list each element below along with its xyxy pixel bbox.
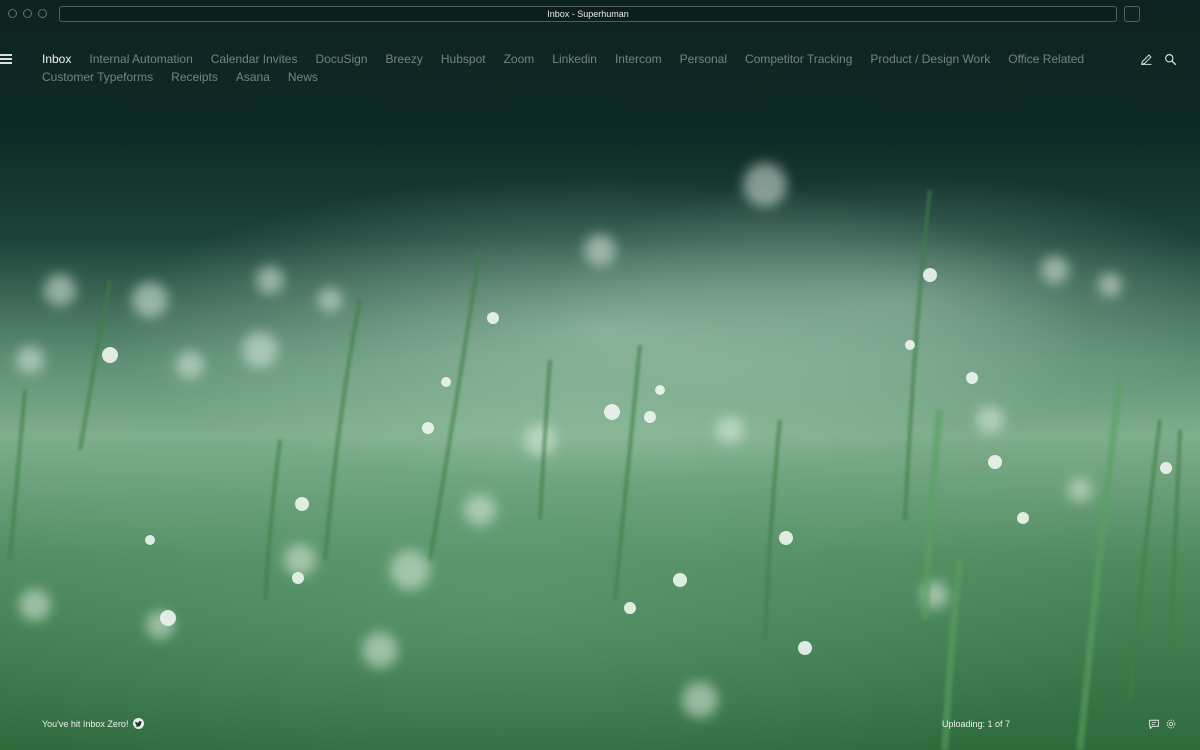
gear-icon[interactable] [1165,717,1177,729]
tab-zoom[interactable]: Zoom [504,52,535,66]
inbox-zero-message: You've hit Inbox Zero! [42,718,145,729]
minimize-window-button[interactable] [23,9,32,18]
menu-icon[interactable] [0,54,12,64]
tab-news[interactable]: News [288,70,318,84]
chat-icon[interactable] [1148,717,1160,729]
tab-personal[interactable]: Personal [680,52,727,66]
tab-competitor-tracking[interactable]: Competitor Tracking [745,52,852,66]
pencil-icon[interactable] [1140,53,1153,66]
search-icon[interactable] [1164,53,1177,66]
tab-internal-automation[interactable]: Internal Automation [89,52,192,66]
window-controls [8,9,47,18]
tab-intercom[interactable]: Intercom [615,52,662,66]
tab-breezy[interactable]: Breezy [386,52,423,66]
tab-calendar-invites[interactable]: Calendar Invites [211,52,298,66]
title-bar[interactable]: Inbox - Superhuman [59,6,1117,22]
tab-product-design-work[interactable]: Product / Design Work [870,52,990,66]
tab-asana[interactable]: Asana [236,70,270,84]
window-title: Inbox - Superhuman [547,9,629,19]
meadow-illustration [8,163,1182,750]
titlebar-action-button[interactable] [1124,6,1140,22]
tab-hubspot[interactable]: Hubspot [441,52,486,66]
tab-office-related[interactable]: Office Related [1008,52,1084,66]
tab-receipts[interactable]: Receipts [171,70,218,84]
split-inbox-tabs: Inbox Internal Automation Calendar Invites… [42,52,1102,84]
tab-docusign[interactable]: DocuSign [315,52,367,66]
twitter-icon[interactable] [133,718,145,729]
background-image [0,0,1200,750]
upload-status: Uploading: 1 of 7 [942,719,1011,729]
window-titlebar: Inbox - Superhuman [0,0,1200,28]
tab-linkedin[interactable]: Linkedin [552,52,597,66]
maximize-window-button[interactable] [38,9,47,18]
inbox-zero-text: You've hit Inbox Zero! [42,718,129,729]
tab-customer-typeforms[interactable]: Customer Typeforms [42,70,153,84]
close-window-button[interactable] [8,9,17,18]
tab-inbox[interactable]: Inbox [42,52,71,66]
